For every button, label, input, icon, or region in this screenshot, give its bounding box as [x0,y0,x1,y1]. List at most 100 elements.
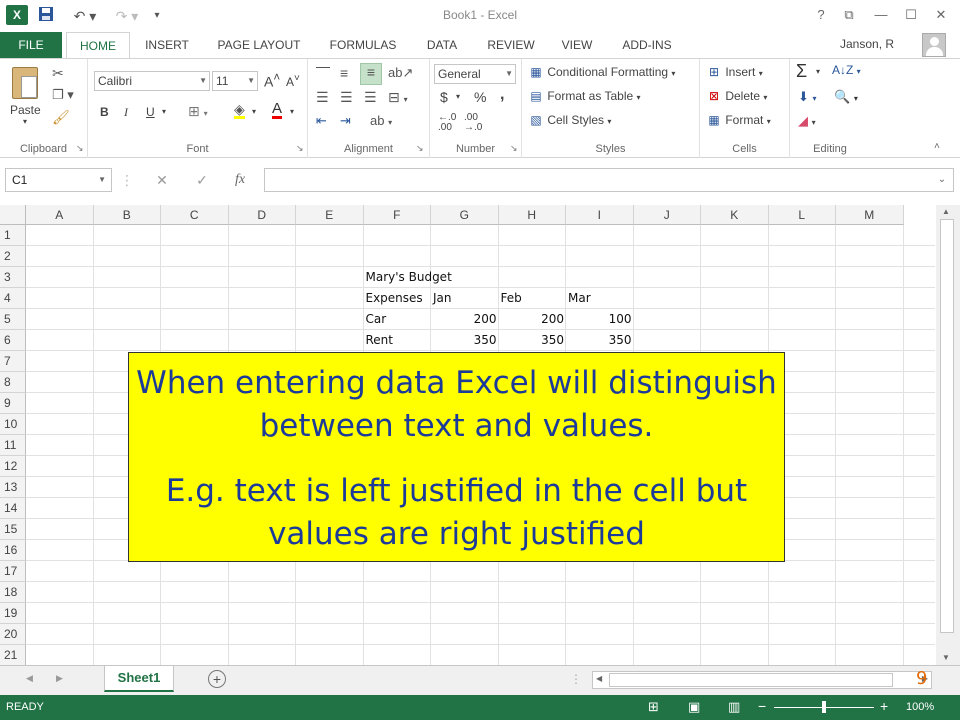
close-button[interactable]: ✕ [928,4,954,26]
row-header-20[interactable]: 20 [0,624,26,645]
cell-i4[interactable]: Mar [566,288,593,309]
column-header-k[interactable]: K [701,205,769,225]
paste-button[interactable]: Paste [10,103,41,117]
align-top-icon[interactable]: ⎺ [316,65,330,82]
row-header-4[interactable]: 4 [0,288,26,309]
row-header-9[interactable]: 9 [0,393,26,414]
sort-filter-icon[interactable]: A↓Z ▾ [832,63,861,77]
merge-center-icon[interactable]: ⊟ ▾ [388,89,408,106]
column-header-c[interactable]: C [161,205,229,225]
tab-formulas[interactable]: FORMULAS [320,32,406,58]
column-header-l[interactable]: L [768,205,836,225]
cell-f6[interactable]: Rent [364,330,396,351]
column-header-i[interactable]: I [566,205,634,225]
paste-icon[interactable] [12,67,38,99]
cell-styles-button[interactable]: ▧ Cell Styles ▾ [528,113,611,127]
column-header-e[interactable]: E [296,205,364,225]
prev-sheet-icon[interactable]: ◀ [26,673,33,684]
column-header-a[interactable]: A [26,205,94,225]
grow-font-icon[interactable]: A˄ [264,71,280,90]
avatar[interactable] [922,33,946,57]
font-name-select[interactable]: Calibri ▼ [94,71,210,91]
currency-dropdown-icon[interactable]: ▾ [456,92,460,101]
cell-h5[interactable]: 200 [499,309,567,330]
dialog-launcher-icon[interactable]: ↘ [416,143,424,154]
paste-dropdown-icon[interactable]: ▾ [23,117,27,126]
align-left-icon[interactable]: ☰ [316,89,329,106]
underline-dropdown-icon[interactable]: ▾ [162,107,166,116]
insert-function-button[interactable]: fx [228,168,252,192]
page-break-view-icon[interactable]: ▥ [728,699,740,715]
format-as-table-button[interactable]: ▤ Format as Table ▾ [528,89,640,103]
column-header-b[interactable]: B [93,205,161,225]
align-right-icon[interactable]: ☰ [364,89,377,106]
select-all-corner[interactable] [0,205,26,225]
cell-f4[interactable]: Expenses [364,288,425,309]
normal-view-icon[interactable]: ⊞ [648,699,659,715]
tab-page-layout[interactable]: PAGE LAYOUT [208,32,310,58]
collapse-ribbon-icon[interactable]: ˄ [934,141,940,152]
scroll-thumb[interactable] [940,219,954,633]
align-middle-icon[interactable]: ≡ [340,65,348,81]
borders-icon[interactable]: ⊞ ▾ [188,103,208,120]
zoom-level[interactable]: 100% [906,701,934,713]
align-bottom-icon[interactable]: ≡ [360,63,382,85]
scroll-down-icon[interactable]: ▼ [942,653,950,662]
cell-h4[interactable]: Feb [499,288,524,309]
column-header-g[interactable]: G [431,205,499,225]
tab-file[interactable]: FILE [0,32,62,58]
cell-g5[interactable]: 200 [431,309,499,330]
column-header-d[interactable]: D [228,205,296,225]
scroll-left-icon[interactable]: ◀ [596,674,602,683]
row-header-7[interactable]: 7 [0,351,26,372]
column-header-h[interactable]: H [498,205,566,225]
cell-i5[interactable]: 100 [566,309,634,330]
row-header-11[interactable]: 11 [0,435,26,456]
number-format-select[interactable]: General ▼ [434,64,516,84]
fill-icon[interactable]: ⬇ ▾ [798,89,817,105]
text-orientation-icon[interactable]: ab ▾ [370,113,392,128]
row-header-21[interactable]: 21 [0,645,26,665]
currency-button[interactable]: $ [440,89,448,105]
increase-indent-icon[interactable]: ⇥ [340,113,351,129]
name-box[interactable]: C1 ▼ [5,168,112,192]
row-header-2[interactable]: 2 [0,246,26,267]
autosum-button[interactable]: Σ [796,61,807,82]
maximize-button[interactable]: ☐ [898,4,924,26]
tab-home[interactable]: HOME [66,32,130,58]
row-header-16[interactable]: 16 [0,540,26,561]
row-header-5[interactable]: 5 [0,309,26,330]
tab-insert[interactable]: INSERT [136,32,198,58]
decrease-decimal-icon[interactable]: .00 →.0 [464,113,482,133]
format-cells-button[interactable]: ▦ Format ▾ [706,113,770,127]
tab-review[interactable]: REVIEW [480,32,542,58]
zoom-out-icon[interactable]: − [758,698,766,714]
autosum-dropdown-icon[interactable]: ▾ [816,67,820,76]
new-sheet-icon[interactable]: + [208,670,226,688]
dialog-launcher-icon[interactable]: ↘ [76,143,84,154]
expand-formula-bar-icon[interactable]: ⌄ [934,168,950,192]
column-header-m[interactable]: M [836,205,904,225]
bold-button[interactable]: B [100,105,109,119]
page-layout-view-icon[interactable]: ▣ [688,699,700,715]
shrink-font-icon[interactable]: A˅ [286,73,300,89]
tab-data[interactable]: DATA [418,32,466,58]
tab-add-ins[interactable]: ADD-INS [612,32,682,58]
clear-icon[interactable]: ◢ ▾ [798,113,816,129]
zoom-slider-handle[interactable] [822,701,826,713]
cell-h6[interactable]: 350 [499,330,567,351]
minimize-button[interactable]: — [868,4,894,26]
user-account-name[interactable]: Janson, R [840,37,894,51]
row-header-19[interactable]: 19 [0,603,26,624]
help-button[interactable]: ? [808,4,834,26]
row-header-15[interactable]: 15 [0,519,26,540]
fill-color-icon[interactable]: ◈ [234,102,245,119]
format-painter-icon[interactable]: 🖌 [52,109,70,126]
column-header-j[interactable]: J [633,205,701,225]
row-header-17[interactable]: 17 [0,561,26,582]
vertical-scrollbar[interactable]: ▲ ▼ [936,205,960,665]
tab-split-grip-icon[interactable]: ⋮ [570,672,582,686]
row-header-13[interactable]: 13 [0,477,26,498]
percent-button[interactable]: % [474,89,486,105]
row-header-18[interactable]: 18 [0,582,26,603]
